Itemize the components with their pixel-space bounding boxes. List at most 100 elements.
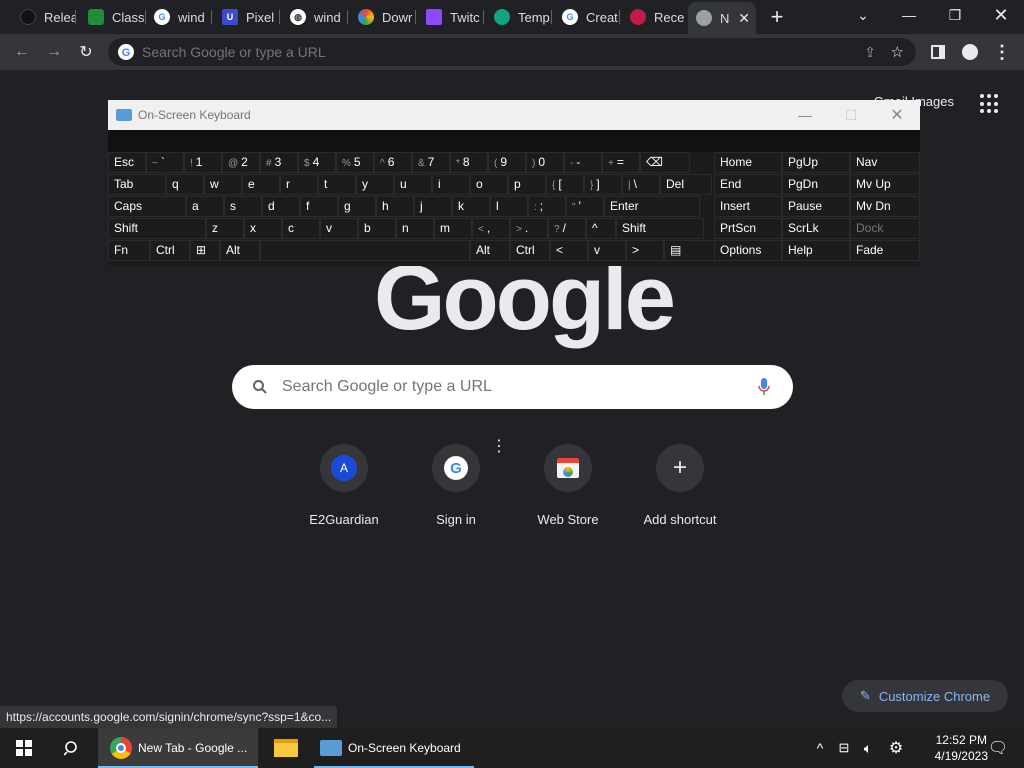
- osk-key[interactable]: Shift: [616, 218, 704, 239]
- osk-key[interactable]: ^: [586, 218, 616, 239]
- osk-nav-key[interactable]: PrtScn: [714, 218, 782, 239]
- osk-key[interactable]: u: [394, 174, 432, 195]
- osk-key[interactable]: Shift: [108, 218, 206, 239]
- osk-minimize-button[interactable]: —: [782, 100, 828, 130]
- osk-nav-key[interactable]: Pause: [782, 196, 850, 217]
- osk-key[interactable]: ⌫: [640, 152, 690, 173]
- osk-key[interactable]: Fn: [108, 240, 150, 261]
- osk-key[interactable]: j: [414, 196, 452, 217]
- reload-icon[interactable]: ↻: [74, 40, 98, 64]
- tab-5[interactable]: Dowr: [350, 4, 416, 30]
- bookmark-star-icon[interactable]: ☆: [891, 43, 904, 61]
- tab-6[interactable]: Twitc: [418, 4, 484, 30]
- osk-key[interactable]: i: [432, 174, 470, 195]
- osk-key[interactable]: + =: [602, 152, 640, 173]
- osk-key[interactable]: Alt: [220, 240, 260, 261]
- share-icon[interactable]: ⇪: [864, 44, 876, 61]
- maximize-button[interactable]: ❐: [932, 0, 978, 30]
- close-tab-icon[interactable]: ✕: [738, 10, 750, 27]
- omnibox-input[interactable]: [142, 44, 842, 60]
- osk-nav-key[interactable]: End: [714, 174, 782, 195]
- osk-key[interactable]: @2: [222, 152, 260, 173]
- osk-key[interactable]: ! 1: [184, 152, 222, 173]
- profile-icon[interactable]: [958, 40, 982, 64]
- osk-key[interactable]: a: [186, 196, 224, 217]
- osk-key[interactable]: f: [300, 196, 338, 217]
- back-icon[interactable]: ←: [10, 40, 34, 64]
- tab-2[interactable]: Gwind: [146, 4, 212, 30]
- taskbar-file-explorer[interactable]: [262, 728, 310, 768]
- customize-chrome-button[interactable]: ✎ Customize Chrome: [842, 680, 1008, 712]
- osk-key[interactable]: n: [396, 218, 434, 239]
- osk-key[interactable]: v: [320, 218, 358, 239]
- osk-nav-key[interactable]: Dock: [850, 218, 920, 239]
- osk-key[interactable]: ⊞: [190, 240, 220, 261]
- osk-key[interactable]: b: [358, 218, 396, 239]
- tab-9[interactable]: Rece: [622, 4, 686, 30]
- clock[interactable]: 12:52 PM 4/19/2023: [935, 732, 988, 764]
- search-box[interactable]: [232, 365, 793, 409]
- osk-key[interactable]: e: [242, 174, 280, 195]
- osk-nav-key[interactable]: Insert: [714, 196, 782, 217]
- taskbar-chrome[interactable]: New Tab - Google ...: [98, 728, 258, 768]
- osk-key[interactable]: Enter: [604, 196, 700, 217]
- osk-key[interactable]: Ctrl: [510, 240, 550, 261]
- volume-icon[interactable]: 🔈︎: [858, 728, 878, 768]
- shortcut-web-store[interactable]: Web Store: [512, 444, 624, 527]
- omnibox[interactable]: G ⇪ ☆: [108, 38, 916, 66]
- osk-key[interactable]: g: [338, 196, 376, 217]
- osk-key[interactable]: o: [470, 174, 508, 195]
- osk-key[interactable]: k: [452, 196, 490, 217]
- osk-key[interactable]: t: [318, 174, 356, 195]
- osk-key[interactable]: * 8: [450, 152, 488, 173]
- osk-key[interactable]: Ctrl: [150, 240, 190, 261]
- osk-nav-key[interactable]: Options: [714, 240, 782, 261]
- osk-nav-key[interactable]: Mv Dn: [850, 196, 920, 217]
- side-panel-icon[interactable]: [926, 40, 950, 64]
- osk-key[interactable]: s: [224, 196, 262, 217]
- osk-nav-key[interactable]: Help: [782, 240, 850, 261]
- tab-8[interactable]: G Creat: [554, 4, 620, 30]
- apps-grid-icon[interactable]: [980, 94, 1000, 114]
- osk-nav-key[interactable]: Fade: [850, 240, 920, 261]
- osk-key[interactable]: x: [244, 218, 282, 239]
- microphone-icon[interactable]: [757, 377, 771, 397]
- osk-key[interactable]: Del: [660, 174, 712, 195]
- osk-key[interactable]: Tab: [108, 174, 166, 195]
- tab-3[interactable]: U Pixel: [214, 4, 280, 30]
- osk-key[interactable]: Esc: [108, 152, 146, 173]
- osk-nav-key[interactable]: ScrLk: [782, 218, 850, 239]
- tab-active[interactable]: N ✕: [688, 2, 756, 34]
- tab-4[interactable]: ◍ wind: [282, 4, 348, 30]
- osk-nav-key[interactable]: PgDn: [782, 174, 850, 195]
- osk-nav-key[interactable]: Mv Up: [850, 174, 920, 195]
- osk-key[interactable]: l: [490, 196, 528, 217]
- osk-key[interactable]: | \: [622, 174, 660, 195]
- osk-key[interactable]: ▤: [664, 240, 716, 261]
- tab-0[interactable]: Relea: [12, 4, 76, 30]
- osk-key[interactable]: <: [550, 240, 588, 261]
- osk-key[interactable]: r: [280, 174, 318, 195]
- search-input[interactable]: [282, 378, 722, 396]
- shortcut-add[interactable]: + Add shortcut: [624, 444, 736, 527]
- osk-key[interactable]: ) 0: [526, 152, 564, 173]
- osk-key[interactable]: " ': [566, 196, 604, 217]
- chrome-menu-icon[interactable]: ⋮: [990, 40, 1014, 64]
- osk-key[interactable]: h: [376, 196, 414, 217]
- tab-search-icon[interactable]: ⌄: [840, 0, 886, 30]
- osk-key[interactable]: ~ `: [146, 152, 184, 173]
- minimize-button[interactable]: —: [886, 0, 932, 30]
- osk-key[interactable]: --: [564, 152, 602, 173]
- tab-7[interactable]: Temp: [486, 4, 552, 30]
- osk-key[interactable]: [260, 240, 470, 261]
- tab-1[interactable]: Class: [80, 4, 146, 30]
- osk-key[interactable]: Alt: [470, 240, 510, 261]
- new-tab-button[interactable]: +: [764, 4, 790, 30]
- settings-gear-icon[interactable]: ⚙: [884, 728, 908, 768]
- osk-key[interactable]: >.: [510, 218, 548, 239]
- network-icon[interactable]: ⊟: [834, 728, 854, 768]
- shortcut-e2guardian[interactable]: A E2Guardian: [288, 444, 400, 527]
- osk-nav-key[interactable]: Nav: [850, 152, 920, 173]
- osk-key[interactable]: z: [206, 218, 244, 239]
- search-button[interactable]: [48, 728, 96, 768]
